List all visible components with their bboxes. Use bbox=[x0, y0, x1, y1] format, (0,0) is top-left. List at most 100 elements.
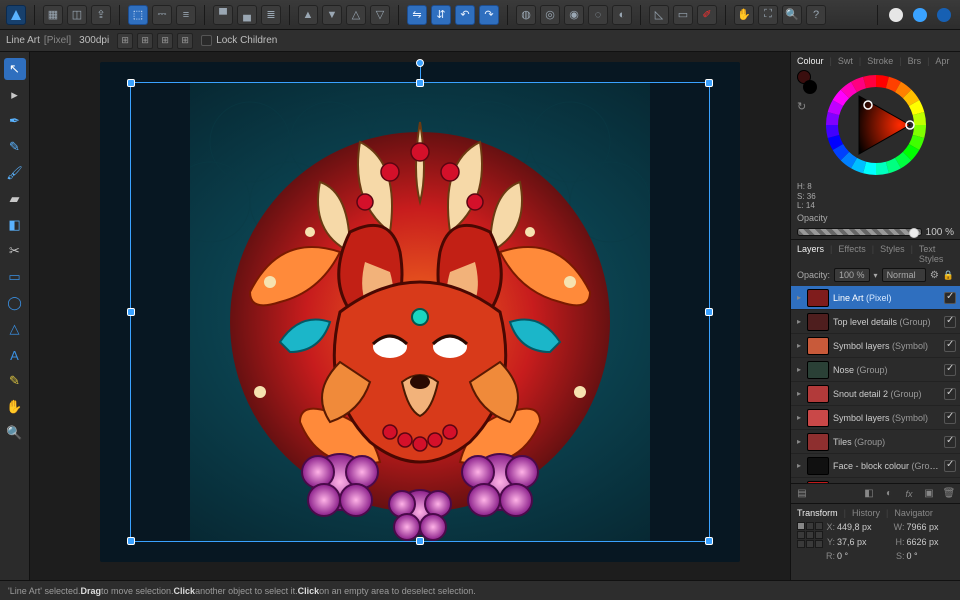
disclosure-icon[interactable]: ▸ bbox=[795, 437, 803, 446]
align-bottom-icon[interactable]: ▄ bbox=[237, 5, 257, 25]
y-field[interactable]: Y:37,6 px bbox=[821, 537, 885, 549]
lock-children-toggle[interactable]: Lock Children bbox=[201, 35, 277, 46]
visibility-toggle[interactable] bbox=[944, 460, 956, 472]
checkbox-icon[interactable] bbox=[201, 35, 212, 46]
align-top-icon[interactable]: ▀ bbox=[213, 5, 233, 25]
select-prev-icon[interactable]: ⊞ bbox=[177, 33, 193, 49]
send-back-icon[interactable]: ▼ bbox=[322, 5, 342, 25]
fill-tool[interactable]: ▰ bbox=[4, 188, 26, 210]
opacity-slider[interactable] bbox=[797, 228, 922, 236]
distribute-icon[interactable]: ≣ bbox=[261, 5, 281, 25]
layers-tab-layers[interactable]: Layers bbox=[797, 244, 824, 264]
zoom-icon[interactable]: 🔍 bbox=[782, 5, 802, 25]
zoom-tool[interactable]: 🔍 bbox=[4, 422, 26, 444]
s-field[interactable]: S:0 ° bbox=[891, 551, 955, 561]
delete-icon[interactable]: 🗑 bbox=[942, 487, 956, 501]
layer-row[interactable]: ▸Face - block colour (Group) bbox=[791, 454, 960, 478]
boolean-int-icon[interactable]: ◉ bbox=[564, 5, 584, 25]
layers-tab-text-styles[interactable]: Text Styles bbox=[919, 244, 954, 264]
disclosure-icon[interactable]: ▸ bbox=[795, 317, 803, 326]
help-icon[interactable]: ? bbox=[806, 5, 826, 25]
disclosure-icon[interactable]: ▸ bbox=[795, 341, 803, 350]
add-layer-icon[interactable]: ▣ bbox=[922, 487, 936, 501]
blend-mode-select[interactable]: Normal bbox=[882, 268, 926, 282]
flip-v-icon[interactable]: ⇵ bbox=[431, 5, 451, 25]
layers-tab-styles[interactable]: Styles bbox=[880, 244, 905, 264]
pen-mode-icon[interactable]: ✐ bbox=[697, 5, 717, 25]
lock-icon[interactable]: 🔒 bbox=[943, 270, 954, 281]
transform-tab-navigator[interactable]: Navigator bbox=[894, 508, 933, 518]
shape-rect-tool[interactable]: ▭ bbox=[4, 266, 26, 288]
colour-picker-tool[interactable]: ✎ bbox=[4, 370, 26, 392]
anchor-icon[interactable]: ⬚ bbox=[128, 5, 148, 25]
visibility-toggle[interactable] bbox=[944, 340, 956, 352]
persona-export-icon[interactable] bbox=[934, 5, 954, 25]
visibility-toggle[interactable] bbox=[944, 388, 956, 400]
visibility-toggle[interactable] bbox=[944, 292, 956, 304]
r-field[interactable]: R:0 ° bbox=[821, 551, 885, 561]
colour-tab-swt[interactable]: Swt bbox=[838, 56, 853, 66]
fill-stroke-swatches[interactable]: ↻ bbox=[797, 70, 817, 180]
disclosure-icon[interactable]: ▸ bbox=[795, 461, 803, 470]
visibility-toggle[interactable] bbox=[944, 436, 956, 448]
join-icon[interactable]: ⎓ bbox=[152, 5, 172, 25]
adjust-icon[interactable]: ◐ bbox=[882, 487, 896, 501]
node-tool[interactable]: ▸ bbox=[4, 84, 26, 106]
layers-tab-effects[interactable]: Effects bbox=[838, 244, 865, 264]
layer-row[interactable]: ▸Top level details (Group) bbox=[791, 310, 960, 334]
hand-icon[interactable]: ✋ bbox=[734, 5, 754, 25]
crop-tool[interactable]: ✂ bbox=[4, 240, 26, 262]
share-icon[interactable]: ⇪ bbox=[91, 5, 111, 25]
gradient-tool[interactable]: ◧ bbox=[4, 214, 26, 236]
boolean-div-icon[interactable]: ◐ bbox=[612, 5, 632, 25]
persona-designer-icon[interactable] bbox=[886, 5, 906, 25]
colour-tab-apr[interactable]: Apr bbox=[935, 56, 949, 66]
x-field[interactable]: X:449,8 px bbox=[821, 522, 885, 534]
boolean-add-icon[interactable]: ◍ bbox=[516, 5, 536, 25]
disclosure-icon[interactable]: ▸ bbox=[795, 293, 803, 302]
pen-tool[interactable]: ✒ bbox=[4, 110, 26, 132]
flip-h-icon[interactable]: ⇋ bbox=[407, 5, 427, 25]
ruler-icon[interactable]: ≡ bbox=[176, 5, 196, 25]
layers-mode-icon[interactable]: ▤ bbox=[795, 487, 809, 501]
layer-opacity-field[interactable]: 100 % bbox=[834, 268, 870, 282]
colour-tab-colour[interactable]: Colour bbox=[797, 56, 824, 66]
text-tool[interactable]: A bbox=[4, 344, 26, 366]
shape-ellipse-tool[interactable]: ◯ bbox=[4, 292, 26, 314]
select-child-icon[interactable]: ⊞ bbox=[157, 33, 173, 49]
colour-tab-stroke[interactable]: Stroke bbox=[867, 56, 893, 66]
grid-icon[interactable]: ▦ bbox=[43, 5, 63, 25]
shape-triangle-tool[interactable]: △ bbox=[4, 318, 26, 340]
w-field[interactable]: W:7966 px bbox=[891, 522, 955, 534]
outline-icon[interactable]: ▭ bbox=[673, 5, 693, 25]
anchor-widget[interactable] bbox=[797, 522, 823, 548]
colour-wheel[interactable] bbox=[821, 70, 931, 180]
layer-row[interactable]: ▸Snout detail 2 (Group) bbox=[791, 382, 960, 406]
fx-icon[interactable]: fx bbox=[902, 487, 916, 501]
smart-icon[interactable]: ◫ bbox=[67, 5, 87, 25]
select-parent-icon[interactable]: ⊞ bbox=[137, 33, 153, 49]
mask-icon[interactable]: ◧ bbox=[862, 487, 876, 501]
boolean-xor-icon[interactable]: ◌ bbox=[588, 5, 608, 25]
pencil-tool[interactable]: ✎ bbox=[4, 136, 26, 158]
swap-icon[interactable]: ↻ bbox=[797, 100, 806, 113]
transform-tab-history[interactable]: History bbox=[852, 508, 880, 518]
boolean-sub-icon[interactable]: ◎ bbox=[540, 5, 560, 25]
select-all-icon[interactable]: ⊞ bbox=[117, 33, 133, 49]
visibility-toggle[interactable] bbox=[944, 364, 956, 376]
layer-row[interactable]: ▸Line Art (Pixel) bbox=[791, 286, 960, 310]
document-canvas[interactable] bbox=[100, 62, 740, 562]
back-step-icon[interactable]: ▽ bbox=[370, 5, 390, 25]
colour-tab-brs[interactable]: Brs bbox=[908, 56, 922, 66]
visibility-toggle[interactable] bbox=[944, 412, 956, 424]
layer-row[interactable]: ▸Symbol layers (Symbol) bbox=[791, 406, 960, 430]
persona-pixel-icon[interactable] bbox=[910, 5, 930, 25]
fit-icon[interactable]: ⛶ bbox=[758, 5, 778, 25]
stroke-swatch[interactable] bbox=[803, 80, 817, 94]
rotate-cw-icon[interactable]: ↷ bbox=[479, 5, 499, 25]
h-field[interactable]: H:6626 px bbox=[891, 537, 955, 549]
layers-list[interactable]: ▸Line Art (Pixel)▸Top level details (Gro… bbox=[791, 286, 960, 483]
bring-front-icon[interactable]: ▲ bbox=[298, 5, 318, 25]
layer-row[interactable]: ▸Nose (Group) bbox=[791, 358, 960, 382]
corner-icon[interactable]: ◺ bbox=[649, 5, 669, 25]
